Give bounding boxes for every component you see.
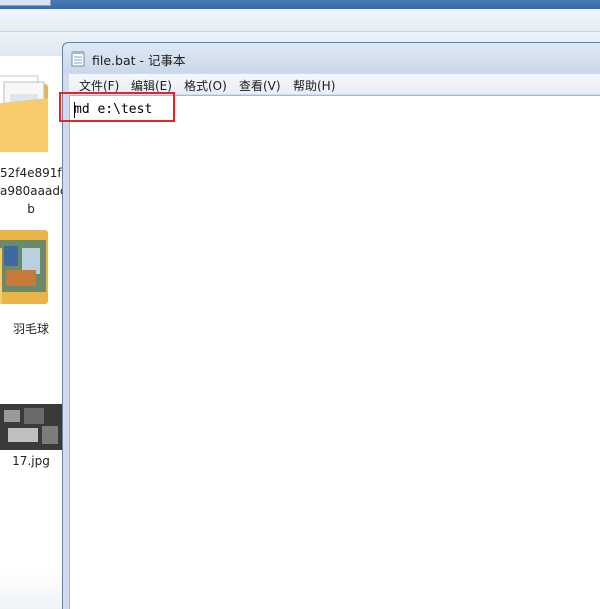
- image-thumbnail-icon: [0, 404, 62, 450]
- window-title: file.bat - 记事本: [92, 53, 186, 68]
- screen: 52f4e891f0 a980aaadc b 羽毛球: [0, 0, 600, 609]
- notepad-icon: [71, 51, 85, 67]
- file-item-image[interactable]: 17.jpg: [0, 396, 62, 476]
- file-label: 17.jpg: [12, 454, 50, 468]
- menu-bar: 文件(F) 编辑(E) 格式(O) 查看(V) 帮助(H): [69, 74, 600, 94]
- explorer-window-titlebar: [0, 0, 600, 9]
- menu-view[interactable]: 查看(V): [239, 77, 281, 94]
- file-item-folder-1[interactable]: 52f4e891f0 a980aaadc b: [0, 56, 62, 216]
- folder-icon: [0, 75, 48, 152]
- menu-help[interactable]: 帮助(H): [293, 77, 335, 94]
- highlight-annotation-box: [59, 92, 175, 122]
- file-list-pane: 52f4e891f0 a980aaadc b 羽毛球: [0, 56, 66, 609]
- file-label: 52f4e891f0: [0, 166, 62, 180]
- file-label: a980aaadc: [0, 184, 62, 198]
- folder-icon: [0, 230, 48, 304]
- menu-format[interactable]: 格式(O): [184, 77, 227, 94]
- notepad-titlebar[interactable]: file.bat - 记事本: [63, 43, 600, 73]
- file-label: 羽毛球: [12, 322, 49, 336]
- file-item-partial[interactable]: [0, 571, 62, 609]
- text-editor-area[interactable]: md e:\test: [69, 95, 600, 609]
- explorer-address-bar: [0, 9, 600, 32]
- file-item-folder-2[interactable]: 羽毛球: [0, 216, 62, 336]
- explorer-toolbar-button[interactable]: [0, 0, 51, 6]
- notepad-window: file.bat - 记事本 文件(F) 编辑(E) 格式(O) 查看(V) 帮…: [62, 42, 600, 609]
